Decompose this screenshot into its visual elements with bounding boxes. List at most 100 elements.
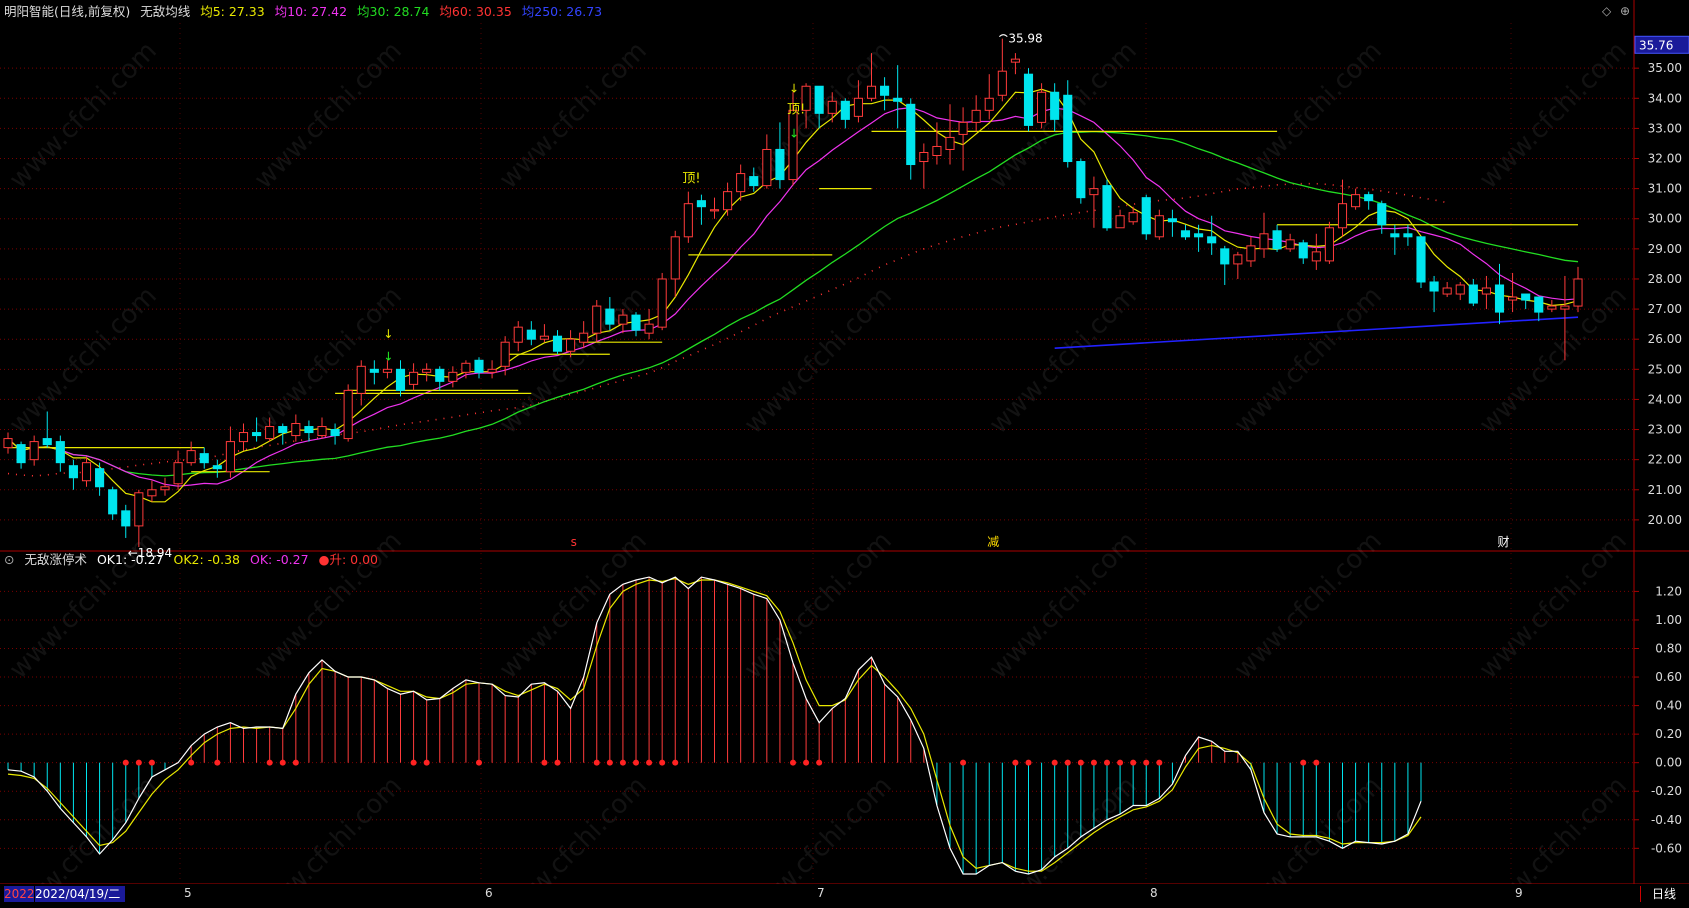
rise-dot <box>803 759 810 766</box>
rise-dot <box>1143 759 1150 766</box>
rise-dot <box>672 759 679 766</box>
ma250-value: 均250: 26.73 <box>521 4 603 19</box>
event-marker-reduce: 减 <box>987 535 999 549</box>
rise-dot <box>214 759 221 766</box>
candle-body-up <box>29 441 39 461</box>
period-button[interactable]: 日线 <box>1640 886 1687 902</box>
candle-body-down <box>1390 233 1400 238</box>
candle-body-down <box>1429 281 1439 292</box>
candle-body-up <box>1442 287 1452 295</box>
candle-body-down <box>199 453 209 464</box>
rise-value: ●升: 0.00 <box>318 552 378 567</box>
candle-body-up <box>919 151 929 163</box>
candle-body-up <box>579 332 589 343</box>
candle-body-up <box>1246 245 1256 262</box>
rise-dot <box>1090 759 1097 766</box>
candle-body-up <box>448 371 458 382</box>
price-tick-label: 31.00 <box>1648 182 1682 196</box>
sub-indicator-name[interactable]: 无敌涨停术 <box>24 552 87 567</box>
candle-body-up <box>709 209 720 212</box>
cursor-date: 2022/04/19/二 <box>35 886 125 902</box>
rise-dot <box>541 759 548 766</box>
year-fragment: 2022 <box>4 886 35 902</box>
candle-body-up <box>134 492 144 527</box>
candle-body-up <box>461 362 471 373</box>
rise-dot <box>1104 759 1110 766</box>
osc-tick-label: 0.80 <box>1655 642 1682 656</box>
ma30-value: 均30: 28.74 <box>357 4 430 19</box>
rise-dot <box>960 759 967 766</box>
rise-dot <box>292 759 299 766</box>
candle-body-up <box>1547 305 1557 310</box>
candle-body-down <box>304 426 314 434</box>
candle-body-up <box>147 489 157 497</box>
candle-body-down <box>1076 161 1086 199</box>
main-indicator-name[interactable]: 无敌均线 <box>140 4 190 19</box>
rise-dot <box>279 759 286 766</box>
month-label-7: 7 <box>817 886 825 900</box>
watermark-text: www.cfchi.com <box>4 36 163 195</box>
candle-body-down <box>1534 296 1544 313</box>
osc-tick-label: 0.60 <box>1655 670 1682 684</box>
price-tick-label: 24.00 <box>1648 392 1682 406</box>
rise-dot <box>554 759 561 766</box>
watermark-text: www.cfchi.com <box>1474 36 1633 195</box>
candle-body-up <box>1285 239 1295 250</box>
candle-body-up <box>1311 251 1321 262</box>
candle-body-up <box>1337 203 1348 229</box>
ma60-line <box>7 182 1448 477</box>
candle-body-down <box>1272 230 1282 250</box>
watermark-text: www.cfchi.com <box>984 526 1143 685</box>
main-indicator-header: 明阳智能(日线,前复权) 无敌均线 均5: 27.33 均10: 27.42 均… <box>4 3 608 21</box>
candle-body-down <box>42 438 52 446</box>
rise-dot <box>1077 759 1084 766</box>
rise-dot <box>122 759 129 766</box>
candle-body-down <box>1521 293 1531 301</box>
candle-body-down <box>840 100 850 120</box>
candle-body-up <box>1481 287 1491 295</box>
current-price-label: 35.76 <box>1639 38 1673 52</box>
candle-body-down <box>68 465 78 479</box>
osc-tick-label: 0.20 <box>1655 727 1682 741</box>
candle-body-up <box>1324 227 1334 262</box>
osc-tick-label: -0.20 <box>1651 784 1682 798</box>
price-tick-label: 27.00 <box>1648 302 1682 316</box>
chart-stage[interactable]: www.cfchi.com www.cfchi.com www.cfchi.com w… <box>0 0 1689 908</box>
candle-body-down <box>1050 91 1060 120</box>
ok2-value: OK2: -0.38 <box>173 552 241 567</box>
rise-dot <box>816 759 823 766</box>
price-tick-label: 32.00 <box>1648 152 1682 166</box>
rise-dot <box>188 759 195 766</box>
candle-body-down <box>1468 284 1478 304</box>
event-marker-s: s <box>571 535 577 549</box>
rise-dot <box>1064 759 1071 766</box>
candle-body-up <box>81 462 92 482</box>
candle-body-up <box>1010 58 1020 63</box>
candle-body-down <box>212 465 222 470</box>
rise-dot <box>410 759 417 766</box>
event-marker-finance: 财 <box>1498 535 1510 549</box>
candle-body-down <box>749 176 759 187</box>
stock-title[interactable]: 明阳智能(日线,前复权) <box>4 4 130 19</box>
high-price-marker <box>998 34 1008 38</box>
candle-body-up <box>932 145 942 157</box>
candle-body-up <box>657 278 667 328</box>
time-axis-bar[interactable] <box>0 884 1689 904</box>
price-chart[interactable]: www.cfchi.com www.cfchi.com www.cfchi.com w… <box>0 0 1689 908</box>
expand-icon[interactable]: ⊕ <box>1620 4 1630 18</box>
candle-body-up <box>1089 188 1099 196</box>
candle-body-up <box>356 365 366 394</box>
rise-dot <box>266 759 273 766</box>
diamond-icon[interactable]: ◇ <box>1602 4 1611 18</box>
candle-body-up <box>670 236 680 280</box>
sub-indicator-settings-icon[interactable]: ⊙ <box>4 552 14 567</box>
candle-body-down <box>1102 185 1112 229</box>
candle-body-up <box>723 191 733 211</box>
candle-body-up <box>1233 254 1243 265</box>
candle-body-up <box>382 368 392 373</box>
candle-body-up <box>683 203 693 238</box>
candle-body-down <box>696 200 706 208</box>
candle-body-up <box>291 423 301 437</box>
candle-body-up <box>762 148 772 187</box>
candle-body-down <box>526 329 536 340</box>
